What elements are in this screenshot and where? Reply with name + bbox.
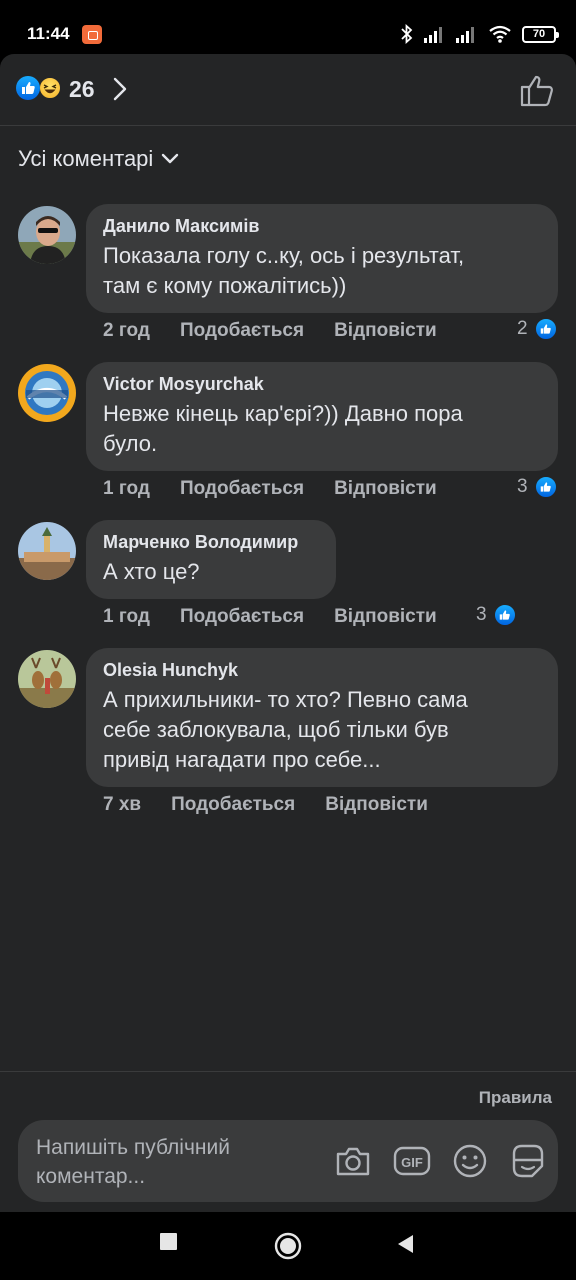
like-link[interactable]: Подобається [180, 320, 304, 342]
comment-bubble[interactable]: Марченко Володимир А хто це? [86, 520, 336, 599]
comment-actions: 1 год Подобається Відповісти [103, 478, 467, 500]
comment-author[interactable]: Olesia Hunchyk [103, 659, 541, 681]
signal-icon-2 [456, 27, 474, 43]
comment-actions: 2 год Подобається Відповісти [103, 320, 467, 342]
navigation-bar [0, 1212, 576, 1280]
like-reaction-icon [16, 76, 40, 100]
app-notification-icon [82, 25, 102, 44]
comment-time[interactable]: 7 хв [103, 794, 141, 816]
chevron-down-icon [162, 153, 179, 164]
comment-bubble[interactable]: Olesia Hunchyk А прихильники- то хто? Пе… [86, 648, 558, 787]
comment-text: А прихильники- то хто? Певно сама себе з… [103, 687, 468, 772]
comment-reactions[interactable]: 3 [476, 603, 517, 627]
avatar[interactable] [18, 650, 76, 708]
comment-text: Показала голу с..ку, ось і результат, та… [103, 243, 465, 298]
comments-filter-dropdown[interactable]: Усі коментарі [18, 146, 179, 172]
like-button-icon[interactable] [518, 72, 558, 108]
avatar[interactable] [18, 364, 76, 422]
comment-author[interactable]: Марченко Володимир [103, 531, 319, 553]
like-icon [533, 475, 558, 499]
like-icon [533, 317, 558, 341]
recents-button-icon[interactable] [159, 1232, 179, 1252]
haha-reaction-icon [38, 76, 62, 100]
emoji-icon[interactable] [450, 1142, 490, 1180]
comment-bubble[interactable]: Данило Максимів Показала голу с..ку, ось… [86, 204, 558, 313]
svg-text:GIF: GIF [401, 1155, 423, 1170]
wifi-icon [489, 25, 511, 43]
gif-icon[interactable]: GIF [392, 1142, 432, 1180]
reaction-count: 26 [69, 76, 95, 102]
reply-link[interactable]: Відповісти [325, 794, 428, 816]
comment-author[interactable]: Victor Mosyurchak [103, 373, 541, 395]
status-icons: 70 [400, 22, 559, 46]
comment-reaction-count: 2 [517, 318, 528, 339]
filter-label: Усі коментарі [18, 146, 154, 171]
rules-link[interactable]: Правила [479, 1088, 552, 1108]
comment-composer[interactable]: Напишіть публічний коментар... GIF [18, 1120, 558, 1202]
reply-link[interactable]: Відповісти [334, 320, 437, 342]
comment-time[interactable]: 2 год [103, 320, 150, 342]
comment-time[interactable]: 1 год [103, 606, 150, 628]
comment-actions: 7 хв Подобається Відповісти [103, 794, 458, 816]
like-icon [492, 603, 517, 627]
avatar[interactable] [18, 206, 76, 264]
battery-icon: 70 [522, 25, 559, 43]
like-link[interactable]: Подобається [171, 794, 295, 816]
comment-author[interactable]: Данило Максимів [103, 215, 541, 237]
reactions-header[interactable]: 26 [0, 54, 576, 126]
camera-icon[interactable] [333, 1142, 373, 1180]
comment-time[interactable]: 1 год [103, 478, 150, 500]
composer-divider [0, 1071, 576, 1072]
comment-reactions[interactable]: 3 [517, 475, 558, 499]
comment-text: А хто це? [103, 559, 200, 584]
like-link[interactable]: Подобається [180, 606, 304, 628]
like-link[interactable]: Подобається [180, 478, 304, 500]
chevron-right-icon [113, 77, 127, 101]
comment-bubble[interactable]: Victor Mosyurchak Невже кінець кар'єрі?)… [86, 362, 558, 471]
comment-input[interactable]: Напишіть публічний коментар... [36, 1133, 306, 1191]
reply-link[interactable]: Відповісти [334, 606, 437, 628]
bluetooth-icon [401, 24, 413, 44]
comment-reaction-count: 3 [517, 476, 528, 497]
home-button-icon[interactable] [273, 1231, 303, 1261]
comment-text: Невже кінець кар'єрі?)) Давно пора було. [103, 401, 463, 456]
status-bar: 11:44 70 [0, 0, 576, 62]
signal-icon-1 [424, 27, 442, 43]
comment-reactions[interactable]: 2 [517, 317, 558, 341]
back-button-icon[interactable] [395, 1233, 415, 1255]
reply-link[interactable]: Відповісти [334, 478, 437, 500]
comment-reaction-count: 3 [476, 604, 487, 625]
comment-actions: 1 год Подобається Відповісти [103, 606, 467, 628]
status-time: 11:44 [27, 24, 70, 43]
avatar[interactable] [18, 522, 76, 580]
sticker-icon[interactable] [508, 1142, 548, 1180]
comments-sheet: 26 Усі коментарі Данило Максимів Показал… [0, 54, 576, 1212]
